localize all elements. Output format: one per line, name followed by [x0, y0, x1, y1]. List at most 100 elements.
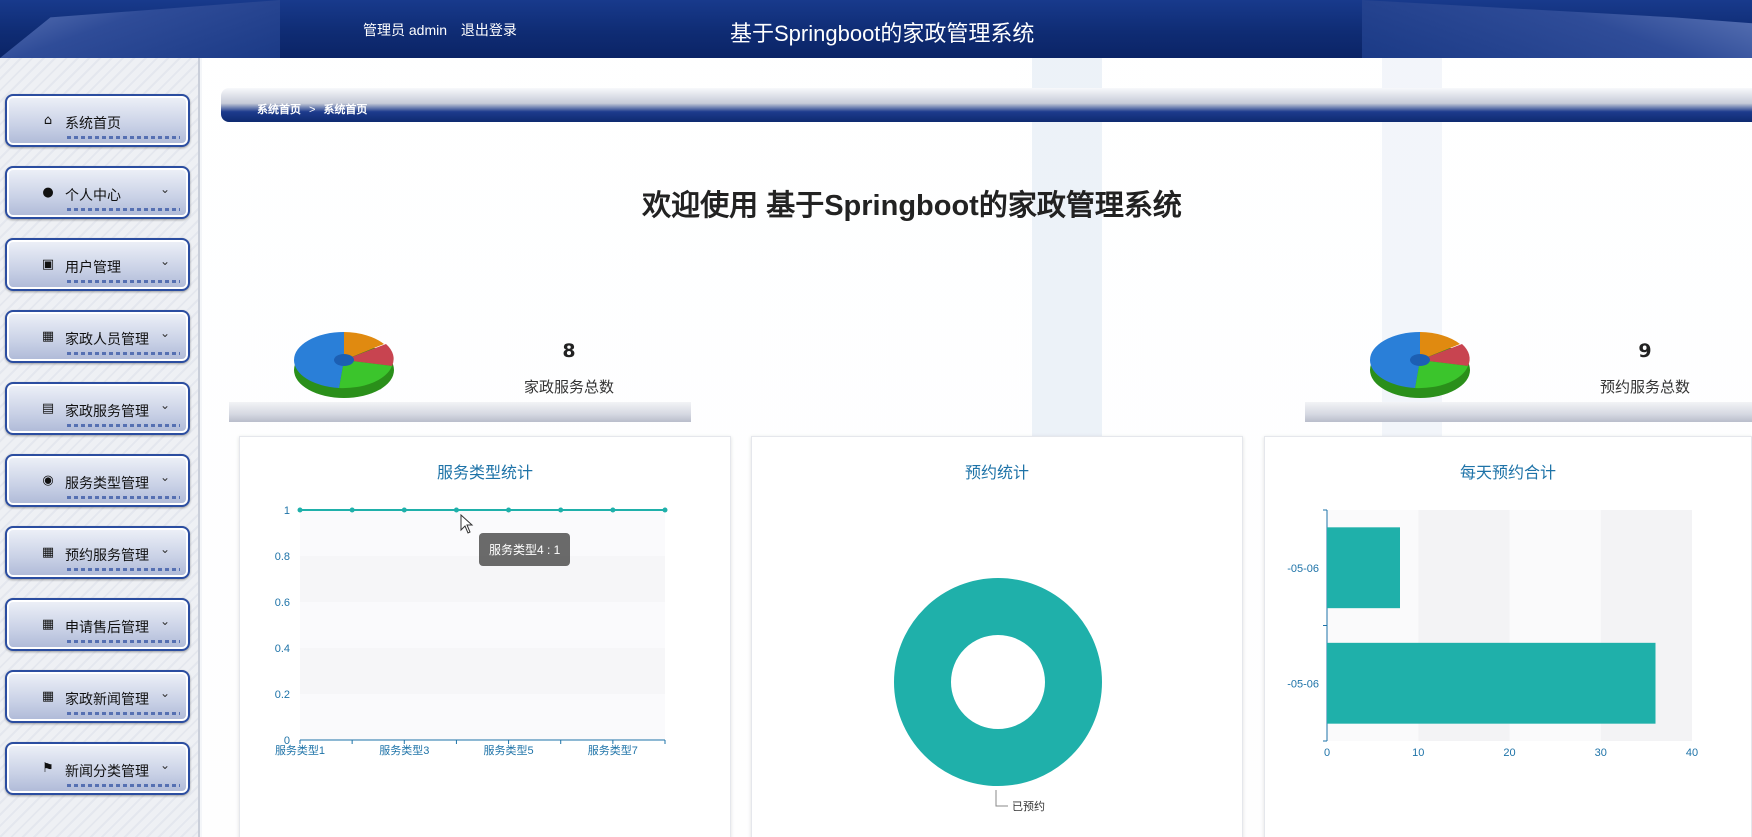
menu-item-decoration [67, 352, 180, 355]
x-tick-label: 服务类型3 [379, 743, 429, 757]
y-tick-label: -05-06 [1287, 563, 1319, 575]
sidebar-item-label: 服务类型管理 [65, 475, 149, 491]
donut-slice [894, 578, 1102, 786]
grid-icon: ▦ [41, 689, 55, 704]
pie-chart-icon [293, 332, 394, 398]
breadcrumb-separator: > [309, 104, 316, 116]
x-tick-label: 服务类型7 [588, 743, 638, 757]
sidebar-item-label: 系统首页 [65, 115, 121, 131]
stat-label: 家政服务总数 [523, 379, 614, 396]
breadcrumb-current: 系统首页 [323, 104, 368, 116]
chevron-down-icon: ⌄ [159, 182, 170, 196]
chevron-down-icon: ⌄ [159, 398, 170, 412]
stat-card-bookings: 9 预约服务总数 [1305, 322, 1752, 422]
sidebar-item-label: 预约服务管理 [65, 547, 149, 563]
data-point [349, 507, 355, 513]
chart-panel-service-type: 服务类型统计 0 0.2 0.4 0.6 0.8 1 服务类型1 服务类型3 服务类型5 服务类型… [239, 436, 731, 837]
breadcrumb: 系统首页 > 系统首页 [257, 101, 367, 117]
grid-icon: ▦ [41, 617, 55, 632]
menu-item-decoration [67, 640, 180, 643]
sidebar-item-7[interactable]: ▦ 预约服务管理 ⌄ [5, 526, 190, 579]
pie-chart-icon [1369, 332, 1470, 398]
menu-item-decoration [67, 712, 180, 715]
chevron-down-icon: ⌄ [159, 542, 170, 556]
horizontal-bar-chart[interactable]: -05-06 -05-06 0 10 20 30 40 [1265, 437, 1752, 837]
chevron-down-icon: ⌄ [159, 758, 170, 772]
grid-icon: ▦ [41, 545, 55, 560]
menu-item-decoration [67, 424, 180, 427]
menu-item-decoration [67, 568, 180, 571]
y-tick-label: 0.4 [275, 643, 290, 655]
sidebar-item-10[interactable]: ⚑ 新闻分类管理 ⌄ [5, 742, 190, 795]
chevron-down-icon: ⌄ [159, 326, 170, 340]
chart-icon: ▤ [41, 401, 55, 416]
stat-card-services: 8 家政服务总数 [229, 322, 691, 422]
bulb-icon: ◉ [42, 473, 54, 488]
chart-panel-booking: 预约统计 已预约 [751, 436, 1243, 837]
top-nav-bar: 管理员 admin 退出登录 基于Springboot的家政管理系统 [0, 0, 1752, 58]
stat-value: 8 [562, 340, 576, 362]
chevron-down-icon: ⌄ [159, 470, 170, 484]
sidebar-item-6[interactable]: ◉ 服务类型管理 ⌄ [5, 454, 190, 507]
data-point [297, 507, 303, 513]
grid-band [300, 602, 665, 648]
data-point [662, 507, 668, 513]
line-chart[interactable]: 00.20.40.60.81服务类型1 服务类型3 服务类型5 服务类型7 [240, 437, 732, 837]
x-tick-label: 0 [1324, 747, 1330, 759]
x-tick-label: 10 [1412, 747, 1424, 759]
data-point [558, 507, 564, 513]
y-tick-label: 0.6 [275, 597, 290, 609]
x-tick-label: 服务类型5 [484, 743, 534, 757]
sidebar-item-label: 个人中心 [65, 187, 121, 203]
header-decoration-right [1362, 0, 1752, 58]
x-tick-label: 40 [1686, 747, 1698, 759]
sidebar-item-label: 新闻分类管理 [65, 763, 149, 779]
sidebar-item-label: 家政新闻管理 [65, 691, 149, 707]
label-leader-line [995, 790, 1008, 807]
data-point [453, 507, 459, 513]
bar [1327, 527, 1400, 609]
sidebar-item-1[interactable]: ⌂ 系统首页 [5, 94, 190, 147]
menu-item-decoration [67, 280, 180, 283]
home-icon: ⌂ [43, 113, 53, 128]
flag-icon: ⚑ [42, 761, 54, 776]
sidebar-item-3[interactable]: ▣ 用户管理 ⌄ [5, 238, 190, 291]
x-tick-label: 服务类型1 [275, 743, 325, 757]
menu-item-decoration [67, 136, 180, 139]
menu-item-decoration [67, 208, 180, 211]
chevron-down-icon: ⌄ [159, 614, 170, 628]
sidebar-item-label: 申请售后管理 [65, 619, 149, 635]
x-tick-label: 20 [1503, 747, 1515, 759]
y-tick-label: 0.8 [275, 551, 290, 563]
sidebar-item-8[interactable]: ▦ 申请售后管理 ⌄ [5, 598, 190, 651]
main-content: 系统首页 > 系统首页 欢迎使用 基于Springboot的家政管理系统 8 家政服… [202, 58, 1752, 837]
sidebar-item-label: 用户管理 [65, 259, 121, 275]
y-tick-label: 1 [284, 505, 290, 517]
slice-label: 已预约 [1012, 800, 1045, 813]
donut-chart[interactable]: 已预约 [752, 437, 1244, 837]
y-tick-label: 0.2 [275, 689, 290, 701]
user-icon: ● [42, 185, 54, 200]
sidebar: ⌂ 系统首页 ● 个人中心 ⌄ ▣ 用户管理 ⌄ ▦ 家政人员管理 ⌄ ▤ 家政服务管理 ⌄ ◉ 服务类型管理… [0, 58, 200, 837]
y-tick-label: -05-06 [1287, 678, 1319, 690]
chevron-down-icon: ⌄ [159, 686, 170, 700]
chart-panel-daily: 每天预约合计 -05-06 -05-06 0 10 20 30 40 [1264, 436, 1752, 837]
chart-tooltip: 服务类型4 : 1 [479, 533, 571, 566]
stat-label: 预约服务总数 [1599, 379, 1690, 396]
breadcrumb-root[interactable]: 系统首页 [257, 104, 301, 116]
clipboard-icon: ▣ [41, 257, 55, 272]
bar [1327, 642, 1656, 724]
sidebar-item-9[interactable]: ▦ 家政新闻管理 ⌄ [5, 670, 190, 723]
x-tick-label: 30 [1595, 747, 1607, 759]
grid-band [300, 694, 665, 740]
data-point [401, 507, 407, 513]
sidebar-item-2[interactable]: ● 个人中心 ⌄ [5, 166, 190, 219]
logout-link[interactable]: 退出登录 [461, 22, 517, 38]
sidebar-item-4[interactable]: ▦ 家政人员管理 ⌄ [5, 310, 190, 363]
stat-value: 9 [1638, 340, 1652, 362]
sidebar-item-label: 家政服务管理 [65, 403, 149, 419]
header-decoration-left [0, 0, 280, 58]
app-title: 基于Springboot的家政管理系统 [730, 21, 1035, 46]
chevron-down-icon: ⌄ [159, 254, 170, 268]
sidebar-item-5[interactable]: ▤ 家政服务管理 ⌄ [5, 382, 190, 435]
